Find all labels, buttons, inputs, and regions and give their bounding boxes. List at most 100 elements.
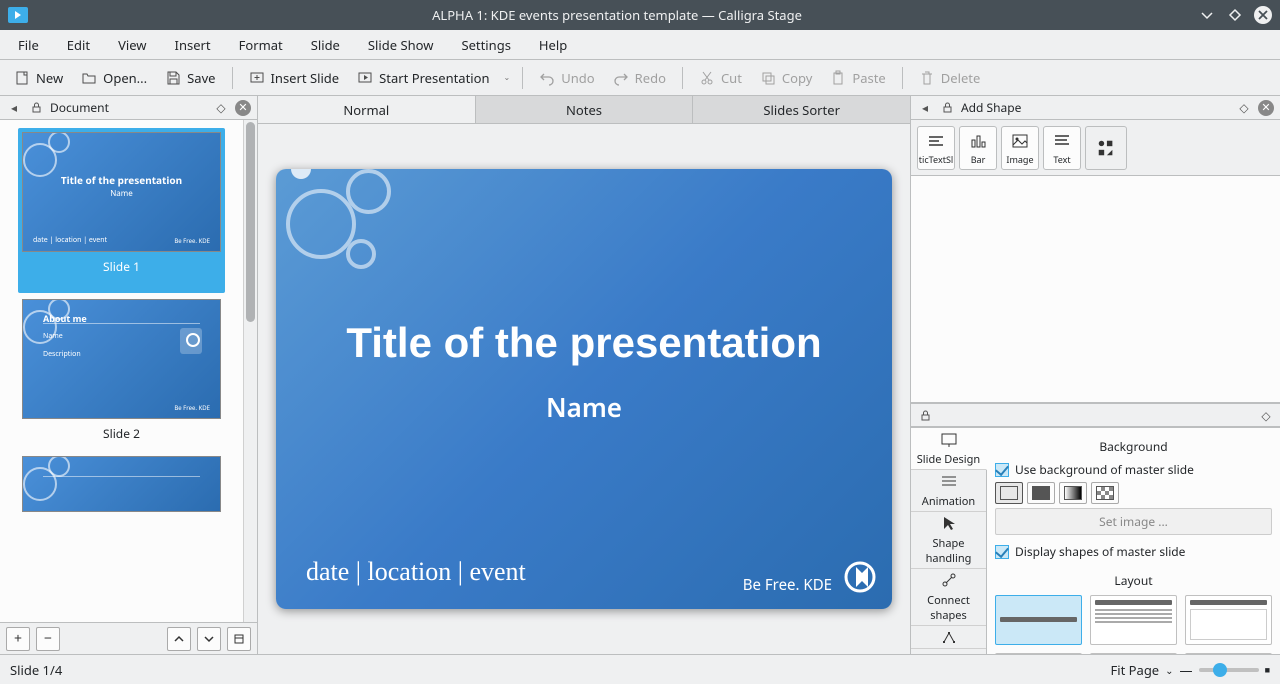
layout-chart-text[interactable]	[995, 653, 1082, 654]
menu-insert[interactable]: Insert	[161, 30, 225, 60]
slide-brand-text: Be Free. KDE	[743, 575, 832, 595]
set-image-button[interactable]: Set image ...	[995, 508, 1272, 535]
layout-header-body[interactable]	[1185, 595, 1272, 645]
tool-tab-animation[interactable]: Animation	[911, 470, 986, 512]
cut-button[interactable]: Cut	[691, 64, 750, 92]
shape-bar[interactable]: Bar	[959, 126, 997, 170]
presentation-dropdown[interactable]: ⌄	[500, 72, 515, 83]
menu-edit[interactable]: Edit	[53, 30, 104, 60]
lock-icon[interactable]	[917, 407, 933, 423]
menu-format[interactable]: Format	[225, 30, 297, 60]
slide-footer-text[interactable]: date | location | event	[306, 557, 526, 587]
dock-close-button[interactable]: ✕	[235, 100, 251, 116]
save-button[interactable]: Save	[157, 64, 223, 92]
slide-title-text[interactable]: Title of the presentation	[276, 319, 892, 367]
dock-float-icon[interactable]: ◂	[6, 100, 22, 116]
dock-menu-icon[interactable]: ◇	[1258, 407, 1274, 423]
new-button[interactable]: New	[6, 64, 71, 92]
zoom-out-button[interactable]: —	[1180, 661, 1193, 679]
minimize-button[interactable]	[1198, 6, 1216, 24]
add-slide-button[interactable]: +	[6, 627, 30, 651]
dock-menu-icon[interactable]: ◇	[213, 100, 229, 116]
zoom-slider[interactable]	[1199, 668, 1259, 672]
tool-tab-shape-handling[interactable]: Shape handling	[911, 512, 986, 569]
menu-help[interactable]: Help	[525, 30, 581, 60]
layout-image-text[interactable]	[1185, 653, 1272, 654]
start-presentation-button[interactable]: Start Presentation	[349, 64, 497, 92]
save-icon	[165, 70, 181, 86]
delete-button[interactable]: Delete	[911, 64, 989, 92]
shape-artistic-text[interactable]: ticTextSl	[917, 126, 955, 170]
redo-button[interactable]: Redo	[605, 64, 674, 92]
layout-title-content[interactable]	[1090, 595, 1177, 645]
shape-image[interactable]: Image	[1001, 126, 1039, 170]
editor-area: Normal Notes Slides Sorter Title of the …	[258, 96, 910, 654]
trash-icon	[919, 70, 935, 86]
zoom-dropdown-icon[interactable]: ⌄	[1165, 663, 1173, 677]
maximize-button[interactable]	[1226, 6, 1244, 24]
slide-canvas[interactable]: Title of the presentation Name date | lo…	[276, 169, 892, 609]
dock-close-button[interactable]: ✕	[1258, 100, 1274, 116]
menu-settings[interactable]: Settings	[447, 30, 524, 60]
path-edit-icon	[940, 628, 958, 646]
title-bar: ALPHA 1: KDE events presentation templat…	[0, 0, 1280, 30]
menu-view[interactable]: View	[104, 30, 160, 60]
lock-icon[interactable]	[28, 100, 44, 116]
fill-gradient[interactable]	[1059, 482, 1087, 504]
shape-more[interactable]	[1085, 126, 1127, 170]
checkbox-icon[interactable]	[995, 463, 1009, 477]
slide-thumb-2[interactable]: About me Name Description Be Free. KDE S…	[22, 299, 221, 442]
use-master-bg-row[interactable]: Use background of master slide	[995, 461, 1272, 478]
dock-menu-icon[interactable]: ◇	[1236, 100, 1252, 116]
slide-thumb-3[interactable]	[22, 456, 221, 512]
scroll-up-icon[interactable]: ︿	[944, 653, 954, 654]
tab-normal[interactable]: Normal	[258, 96, 476, 123]
menu-slideshow[interactable]: Slide Show	[354, 30, 448, 60]
slide-design-icon	[940, 430, 958, 448]
menu-slide[interactable]: Slide	[297, 30, 354, 60]
decorative-bubbles	[276, 169, 426, 319]
document-dock-title: Document	[50, 99, 109, 116]
undo-button[interactable]: Undo	[531, 64, 602, 92]
right-panel: ◂ Add Shape ◇ ✕ ticTextSl Bar Image Text…	[910, 96, 1280, 654]
tool-tab-edit-path[interactable]	[911, 626, 986, 649]
layout-heading: Layout	[995, 572, 1272, 589]
menu-file[interactable]: File	[4, 30, 53, 60]
zoom-in-button[interactable]: ■	[1265, 663, 1270, 676]
canvas-area[interactable]: Title of the presentation Name date | lo…	[258, 124, 910, 654]
layout-title-only[interactable]	[995, 595, 1082, 645]
app-icon	[8, 7, 28, 23]
copy-icon	[760, 70, 776, 86]
checkbox-icon[interactable]	[995, 545, 1009, 559]
dock-float-icon[interactable]: ◂	[917, 100, 933, 116]
zoom-mode-label[interactable]: Fit Page	[1110, 661, 1159, 679]
move-up-button[interactable]	[167, 627, 191, 651]
text-icon	[1052, 131, 1072, 151]
fill-pattern[interactable]	[1091, 482, 1119, 504]
tool-tab-slide-design[interactable]: Slide Design	[911, 428, 987, 470]
tab-slides-sorter[interactable]: Slides Sorter	[693, 96, 910, 123]
remove-slide-button[interactable]: −	[36, 627, 60, 651]
display-shapes-row[interactable]: Display shapes of master slide	[995, 543, 1272, 560]
layout-text-chart[interactable]	[1090, 653, 1177, 654]
close-button[interactable]	[1254, 6, 1272, 24]
tool-tab-connect-shapes[interactable]: Connect shapes	[911, 569, 986, 626]
menu-bar: File Edit View Insert Format Slide Slide…	[0, 30, 1280, 60]
shapes-icon	[1096, 138, 1116, 158]
paste-button[interactable]: Paste	[822, 64, 893, 92]
open-button[interactable]: Open...	[73, 64, 155, 92]
slide-name-text[interactable]: Name	[276, 389, 892, 425]
tab-notes[interactable]: Notes	[476, 96, 694, 123]
slide-thumb-1[interactable]: Title of the presentation Name date | lo…	[18, 128, 225, 293]
fill-solid[interactable]	[1027, 482, 1055, 504]
copy-button[interactable]: Copy	[752, 64, 820, 92]
slide-options-button[interactable]	[227, 627, 251, 651]
move-down-button[interactable]	[197, 627, 221, 651]
add-shape-dock-header: ◂ Add Shape ◇ ✕	[911, 96, 1280, 120]
slide-scrollbar[interactable]	[243, 120, 257, 622]
lock-icon[interactable]	[939, 100, 955, 116]
shape-text[interactable]: Text	[1043, 126, 1081, 170]
fill-type-row	[995, 482, 1272, 504]
insert-slide-button[interactable]: Insert Slide	[241, 64, 348, 92]
fill-none[interactable]	[995, 482, 1023, 504]
